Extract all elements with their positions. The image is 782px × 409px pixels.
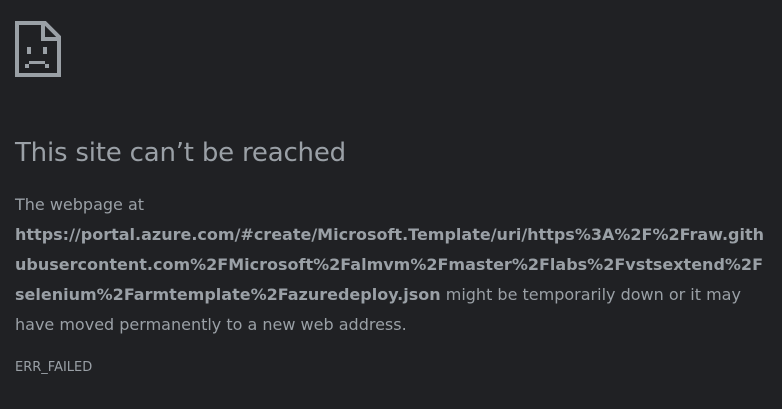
error-content: This site can’t be reached The webpage a…: [15, 136, 770, 376]
sad-page-icon: [15, 21, 61, 77]
page-title: This site can’t be reached: [15, 138, 346, 168]
message-prefix: The webpage at: [15, 195, 145, 214]
error-message: The webpage at https://portal.azure.com/#…: [15, 190, 770, 340]
error-code: ERR_FAILED: [15, 360, 93, 375]
